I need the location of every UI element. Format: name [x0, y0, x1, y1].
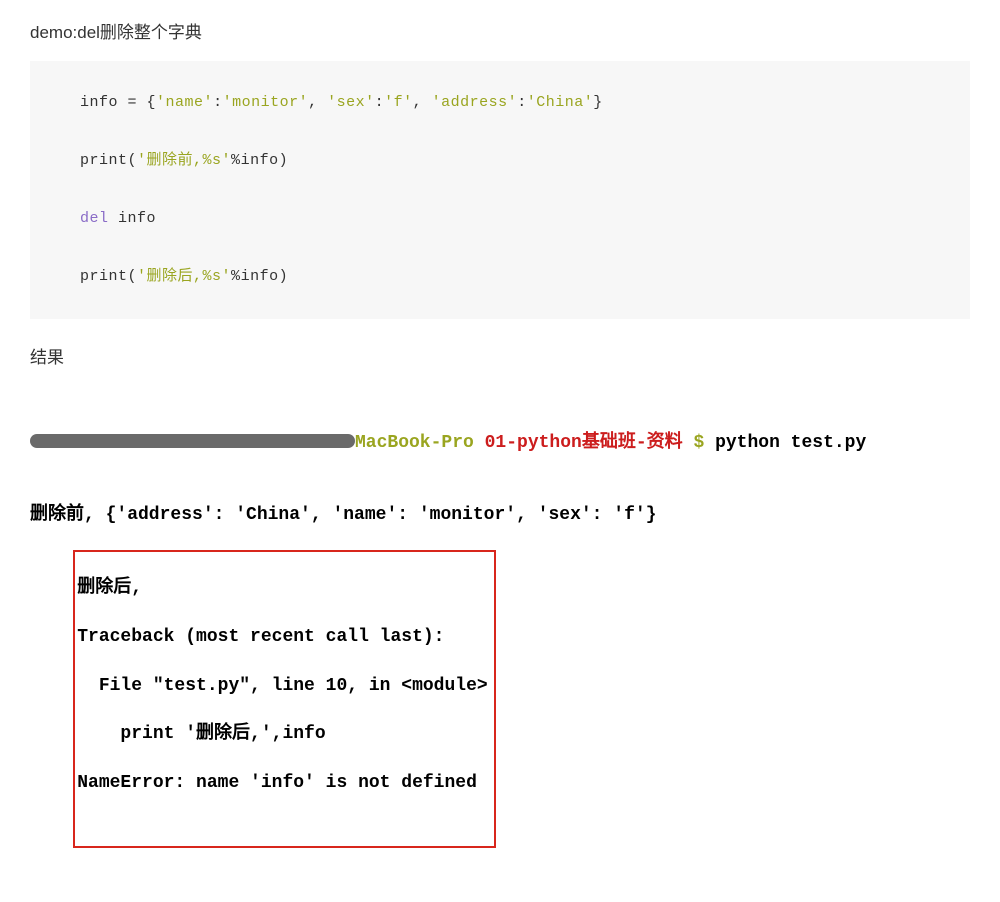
code-token: } [593, 94, 603, 111]
code-token: info [241, 268, 279, 285]
code-blank-line [80, 115, 930, 149]
code-token: 'monitor' [223, 94, 309, 111]
prompt-host: MacBook-Pro [355, 433, 485, 453]
code-token: ) [279, 268, 289, 285]
document-page: demo:del删除整个字典 info = {'name':'monitor',… [0, 0, 1000, 902]
code-token: : [517, 94, 527, 111]
code-token: % [231, 268, 241, 285]
prompt-command: python test.py [715, 433, 866, 453]
terminal-line: Traceback (most recent call last): [77, 625, 487, 649]
code-token: : [375, 94, 385, 111]
code-token: print [80, 152, 128, 169]
code-line: info = {'name':'monitor', 'sex':'f', 'ad… [80, 91, 930, 115]
terminal-line: 删除后, [77, 576, 487, 600]
code-token: info [80, 94, 128, 111]
code-token: print [80, 268, 128, 285]
code-token: 'China' [527, 94, 594, 111]
code-token: = [128, 94, 147, 111]
code-block: info = {'name':'monitor', 'sex':'f', 'ad… [30, 61, 970, 319]
redacted-bar [30, 434, 355, 448]
code-token: 'name' [156, 94, 213, 111]
code-line: print('删除前,%s'%info) [80, 149, 930, 173]
terminal-line: NameError: name 'info' is not defined [77, 771, 487, 795]
terminal-output: MacBook-Pro 01-python基础班-资料 $ python tes… [30, 382, 970, 872]
code-token: { [147, 94, 157, 111]
code-token: 'sex' [327, 94, 375, 111]
terminal-prompt-line: MacBook-Pro 01-python基础班-资料 $ python tes… [30, 431, 970, 455]
section-heading: demo:del删除整个字典 [30, 18, 970, 43]
code-token: : [213, 94, 223, 111]
code-token: info [118, 210, 156, 227]
code-token: del [80, 210, 109, 227]
code-token [109, 210, 119, 227]
code-token: % [231, 152, 241, 169]
error-highlight-box: 删除后, Traceback (most recent call last): … [73, 550, 495, 848]
code-token: '删除前,%s' [137, 152, 231, 169]
terminal-line: 删除前, {'address': 'China', 'name': 'monit… [30, 503, 970, 527]
code-token: 'f' [384, 94, 413, 111]
code-blank-line [80, 173, 930, 207]
code-line: del info [80, 207, 930, 231]
code-token: ( [128, 268, 138, 285]
prompt-path: 01-python基础班-资料 [485, 433, 694, 453]
code-token: ( [128, 152, 138, 169]
prompt-dollar: $ [693, 433, 715, 453]
result-label: 结果 [30, 343, 970, 368]
code-token: '删除后,%s' [137, 268, 231, 285]
code-token: , [413, 94, 432, 111]
code-token: 'address' [432, 94, 518, 111]
code-token: , [308, 94, 327, 111]
code-line: print('删除后,%s'%info) [80, 265, 930, 289]
terminal-line: File "test.py", line 10, in <module> [77, 674, 487, 698]
code-token: info [241, 152, 279, 169]
code-blank-line [80, 231, 930, 265]
terminal-line: print '删除后,',info [77, 722, 487, 746]
code-token: ) [279, 152, 289, 169]
